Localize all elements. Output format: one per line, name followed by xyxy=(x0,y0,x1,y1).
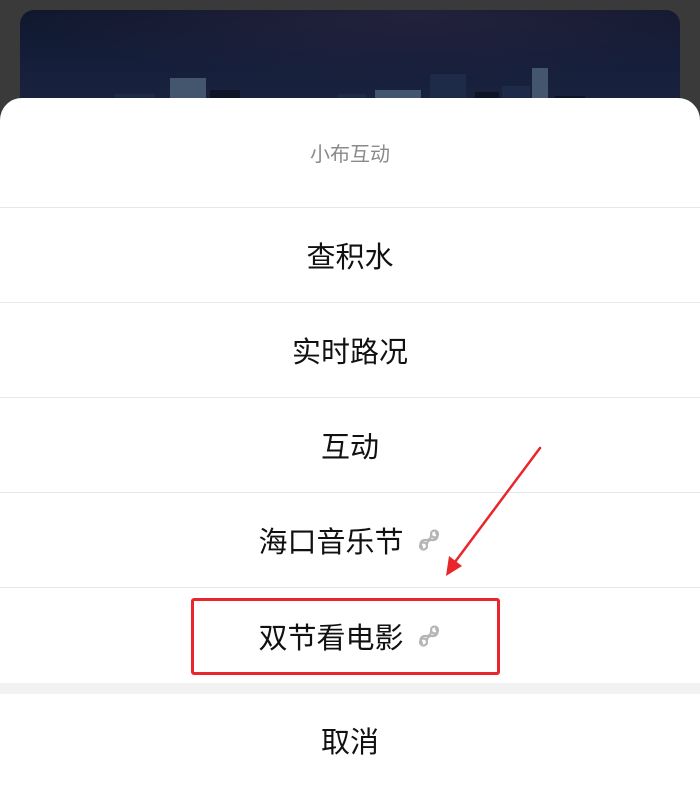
option-haikou-music-festival[interactable]: 海口音乐节 xyxy=(0,493,700,588)
option-label: 互动 xyxy=(320,430,379,464)
mini-program-link-icon xyxy=(416,527,442,553)
section-separator xyxy=(0,683,700,694)
option-holiday-movies[interactable]: 双节看电影 xyxy=(0,588,700,683)
option-interact[interactable]: 互动 xyxy=(0,398,700,493)
option-label: 双节看电影 xyxy=(258,620,404,655)
cancel-label: 取消 xyxy=(320,725,379,759)
action-sheet-options: 查积水 实时路况 互动 海口音乐节 双节看电影 xyxy=(0,208,700,683)
option-label: 查积水 xyxy=(306,240,394,274)
option-label: 实时路况 xyxy=(291,335,408,369)
action-sheet-title: 小布互动 xyxy=(0,98,700,208)
mini-program-link-icon xyxy=(416,623,442,649)
action-sheet: 小布互动 查积水 实时路况 互动 海口音乐节 双节看电影 取消 xyxy=(0,98,700,797)
cancel-button[interactable]: 取消 xyxy=(0,694,700,786)
option-live-traffic[interactable]: 实时路况 xyxy=(0,303,700,398)
option-check-waterlogging[interactable]: 查积水 xyxy=(0,208,700,303)
option-label: 海口音乐节 xyxy=(258,525,404,559)
